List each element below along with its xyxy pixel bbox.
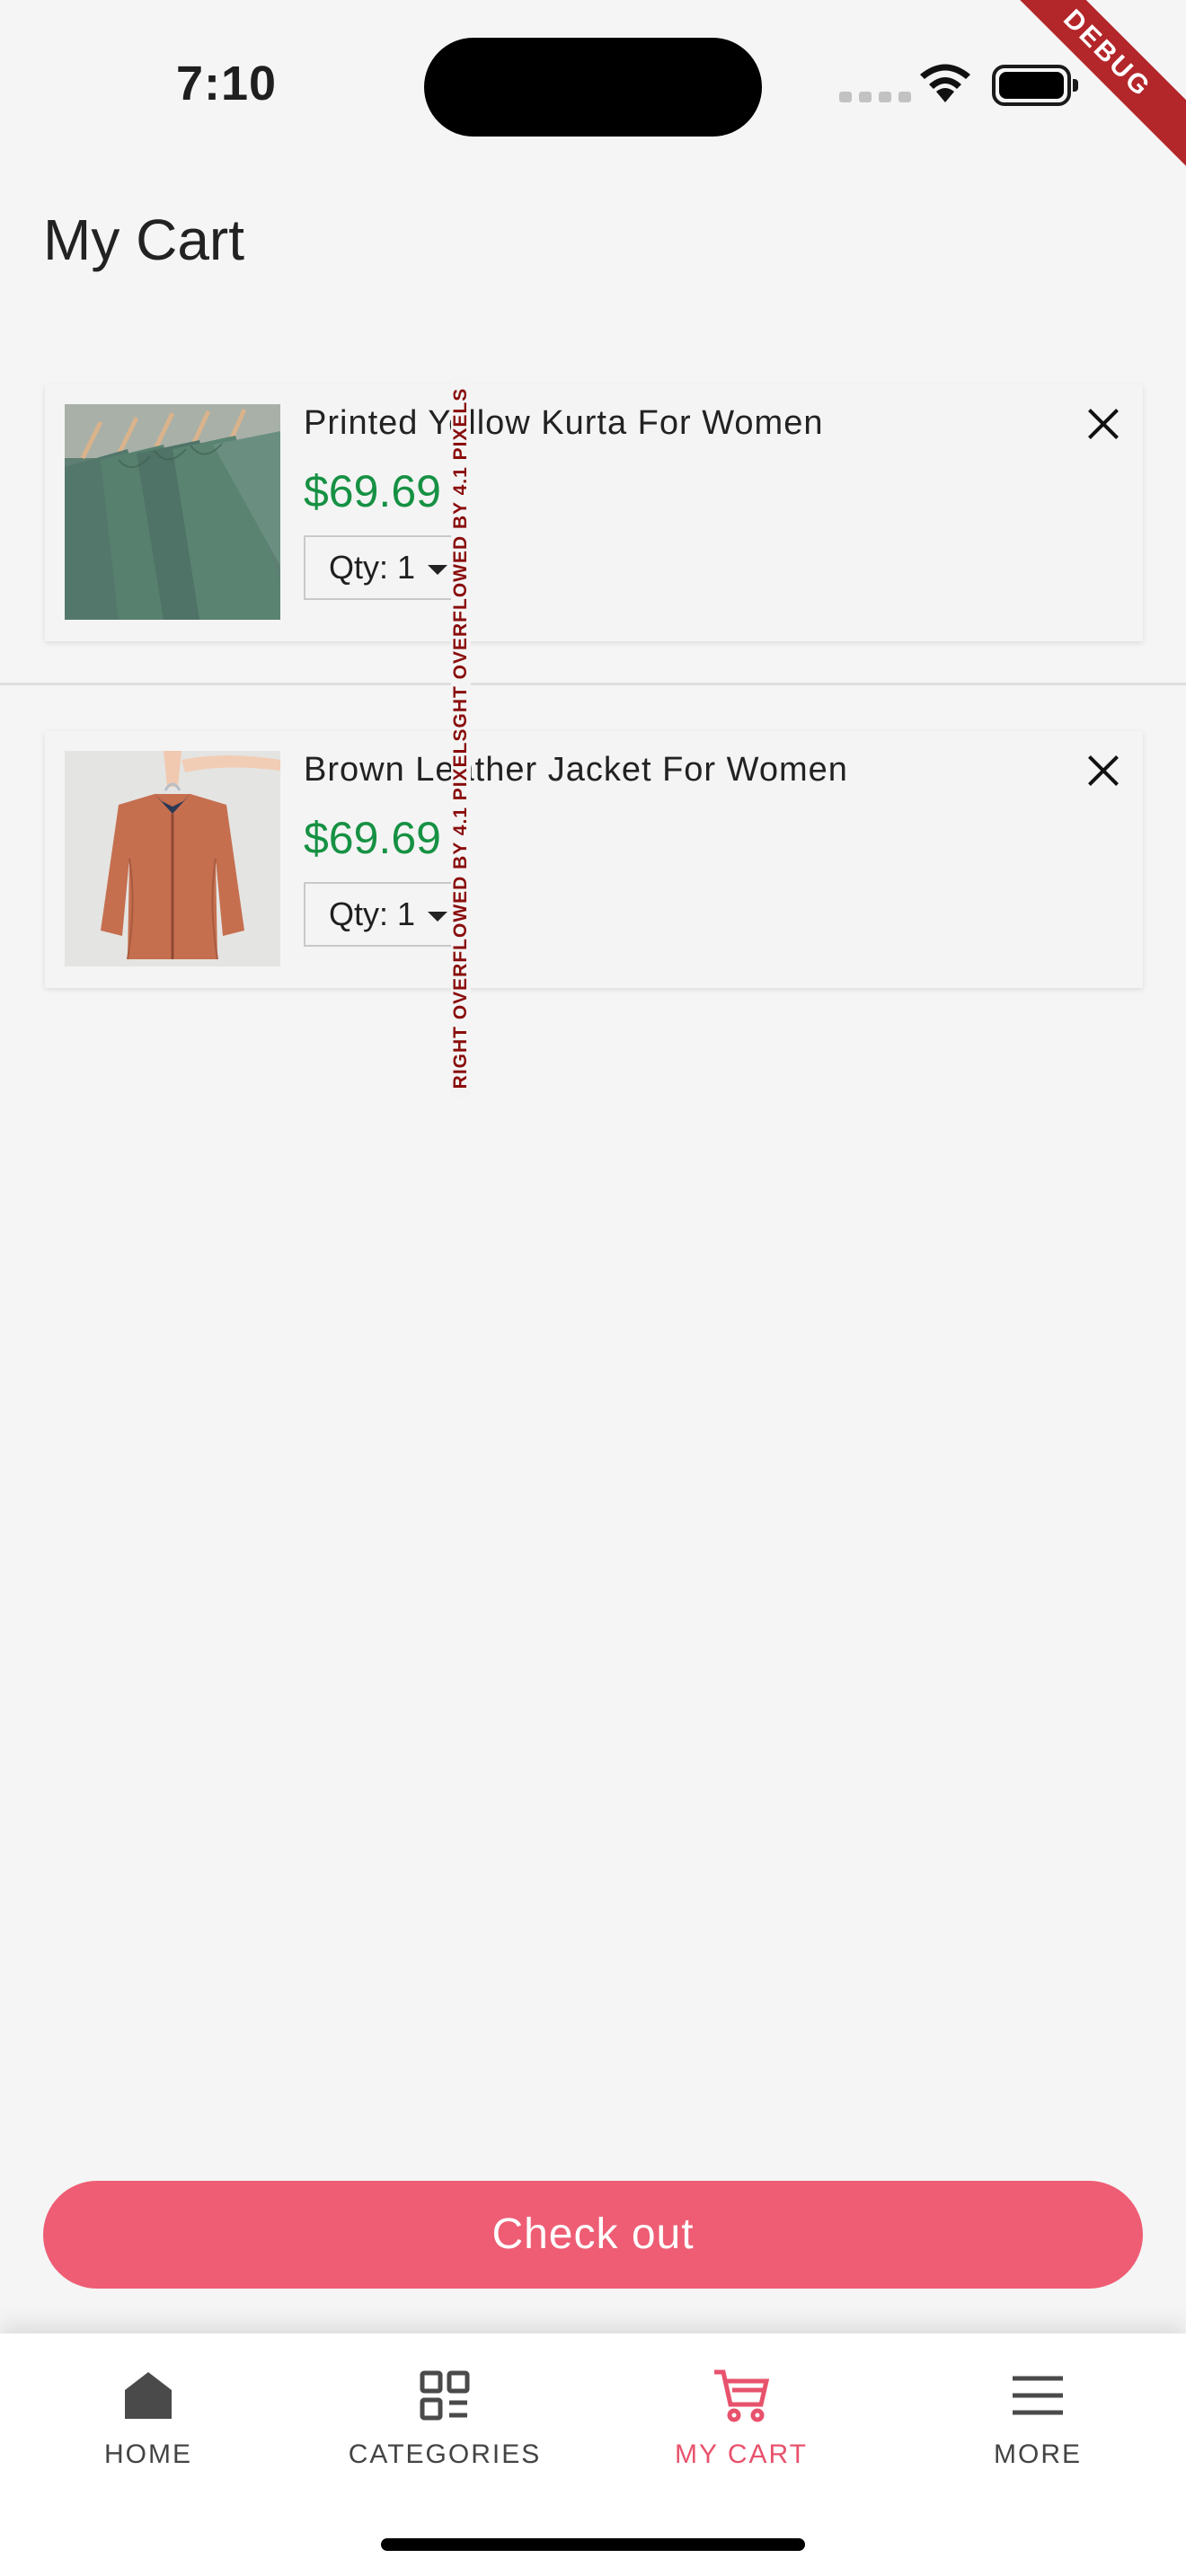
nav-item-categories[interactable]: CATEGORIES [310,2364,580,2470]
product-price: $69.69 [304,813,441,863]
quantity-dropdown[interactable]: Qty: 1 [304,882,455,947]
dropdown-arrow-icon [428,911,448,922]
nav-label: CATEGORIES [348,2439,542,2469]
status-time: 7:10 [176,57,278,110]
wifi-icon [920,64,970,102]
categories-icon [310,2364,580,2427]
home-icon [13,2364,283,2427]
quantity-label: Qty: 1 [329,895,416,932]
checkout-button[interactable]: Check out [43,2181,1143,2289]
cart-item: Printed Yellow Kurta For Women $69.69 Qt… [45,384,1143,641]
product-image-green-shirts[interactable] [65,404,280,620]
nav-label: HOME [104,2439,192,2469]
battery-icon [992,65,1078,106]
page-title: My Cart [43,207,244,272]
nav-item-home[interactable]: HOME [13,2364,283,2470]
quantity-label: Qty: 1 [329,549,416,586]
nav-label: MY CART [675,2439,808,2469]
nav-label: MORE [994,2439,1082,2469]
remove-item-close-icon[interactable] [1084,404,1123,444]
dynamic-island [424,38,762,137]
nav-item-my-cart[interactable]: MY CART [606,2364,876,2470]
product-name[interactable]: Brown Leather Jacket For Women [304,751,848,790]
quantity-dropdown[interactable]: Qty: 1 [304,535,455,600]
product-price: $69.69 [304,466,441,516]
nav-item-more[interactable]: MORE [903,2364,1173,2470]
home-indicator[interactable] [381,2538,805,2551]
cart-item: Brown Leather Jacket For Women $69.69 Qt… [45,731,1143,988]
menu-icon [903,2364,1173,2427]
cart-icon [606,2364,876,2427]
overflow-warning-bar: RIGHT OVERFLOWED BY 4.1 PIXELSGHT OVERFL… [451,377,471,1099]
dropdown-arrow-icon [428,564,448,575]
cellular-signal-icon [839,92,911,102]
divider [0,683,1186,685]
product-image-brown-jacket[interactable] [65,751,280,966]
overflow-warning-text: RIGHT OVERFLOWED BY 4.1 PIXELSGHT OVERFL… [451,387,471,1090]
product-name[interactable]: Printed Yellow Kurta For Women [304,404,823,443]
remove-item-close-icon[interactable] [1084,751,1123,790]
